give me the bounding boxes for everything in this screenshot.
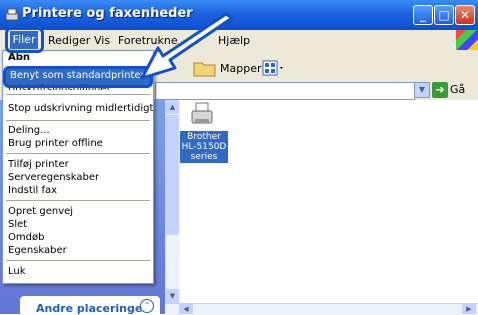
views-icon[interactable] [262, 58, 286, 78]
printer-item-label[interactable]: Brother HL-5150D series [180, 131, 228, 163]
menu-item-delete[interactable]: Slet [8, 219, 27, 230]
address-dropdown-button[interactable]: ▼ [414, 82, 430, 98]
maximize-button[interactable]: □ [434, 5, 454, 25]
menu-separator [6, 200, 150, 201]
scroll-left-icon[interactable]: ◀ [179, 304, 193, 314]
go-button[interactable]: Gå [450, 83, 465, 96]
printer-label-line: Brother [187, 132, 221, 142]
go-arrow-icon[interactable]: ➜ [432, 82, 448, 98]
minimize-button[interactable]: _ [413, 5, 433, 25]
menu-vis[interactable]: Vis [94, 34, 110, 47]
scroll-thumb[interactable] [166, 115, 179, 235]
other-places-label: Andre placeringer [36, 302, 148, 315]
menu-item-setup-fax[interactable]: Indstil fax [8, 185, 57, 196]
printer-icon[interactable] [190, 102, 214, 128]
scroll-up-icon[interactable]: ▲ [166, 100, 179, 114]
menu-item-sharing[interactable]: Deling... [8, 125, 50, 136]
collapse-chevron-icon[interactable]: ⌃ [140, 299, 154, 313]
printer-label-line: series [190, 152, 218, 162]
menu-separator [6, 153, 150, 154]
menu-rediger[interactable]: Rediger [48, 34, 90, 47]
scroll-down-icon[interactable]: ▼ [166, 289, 179, 303]
menu-separator [6, 120, 150, 121]
menu-item-create-shortcut[interactable]: Opret genvej [8, 206, 73, 217]
scroll-right-icon[interactable]: ▶ [462, 304, 476, 314]
close-button[interactable]: ✕ [455, 5, 475, 25]
menu-item-use-offline[interactable]: Brug printer offline [8, 138, 103, 149]
printer-folder-icon [5, 8, 19, 21]
menu-item-add-printer[interactable]: Tilføj printer [8, 159, 69, 170]
callout-arrow-icon [140, 12, 234, 80]
printer-label-line: HL-5150D [181, 142, 227, 152]
menu-separator [6, 260, 150, 261]
menu-item-properties[interactable]: Egenskaber [8, 245, 67, 256]
filer-callout-box [5, 27, 44, 53]
horizontal-scrollbar[interactable] [165, 303, 478, 315]
menu-item-rename[interactable]: Omdøb [8, 232, 44, 243]
windows-logo-icon [456, 30, 478, 50]
menu-item-open[interactable]: Åbn [8, 52, 30, 63]
menu-item-close[interactable]: Luk [8, 266, 26, 277]
menu-item-server-properties[interactable]: Serveregenskaber [8, 172, 99, 183]
menu-item-pause-printing[interactable]: Stop udskrivning midlertidigt [8, 103, 153, 114]
